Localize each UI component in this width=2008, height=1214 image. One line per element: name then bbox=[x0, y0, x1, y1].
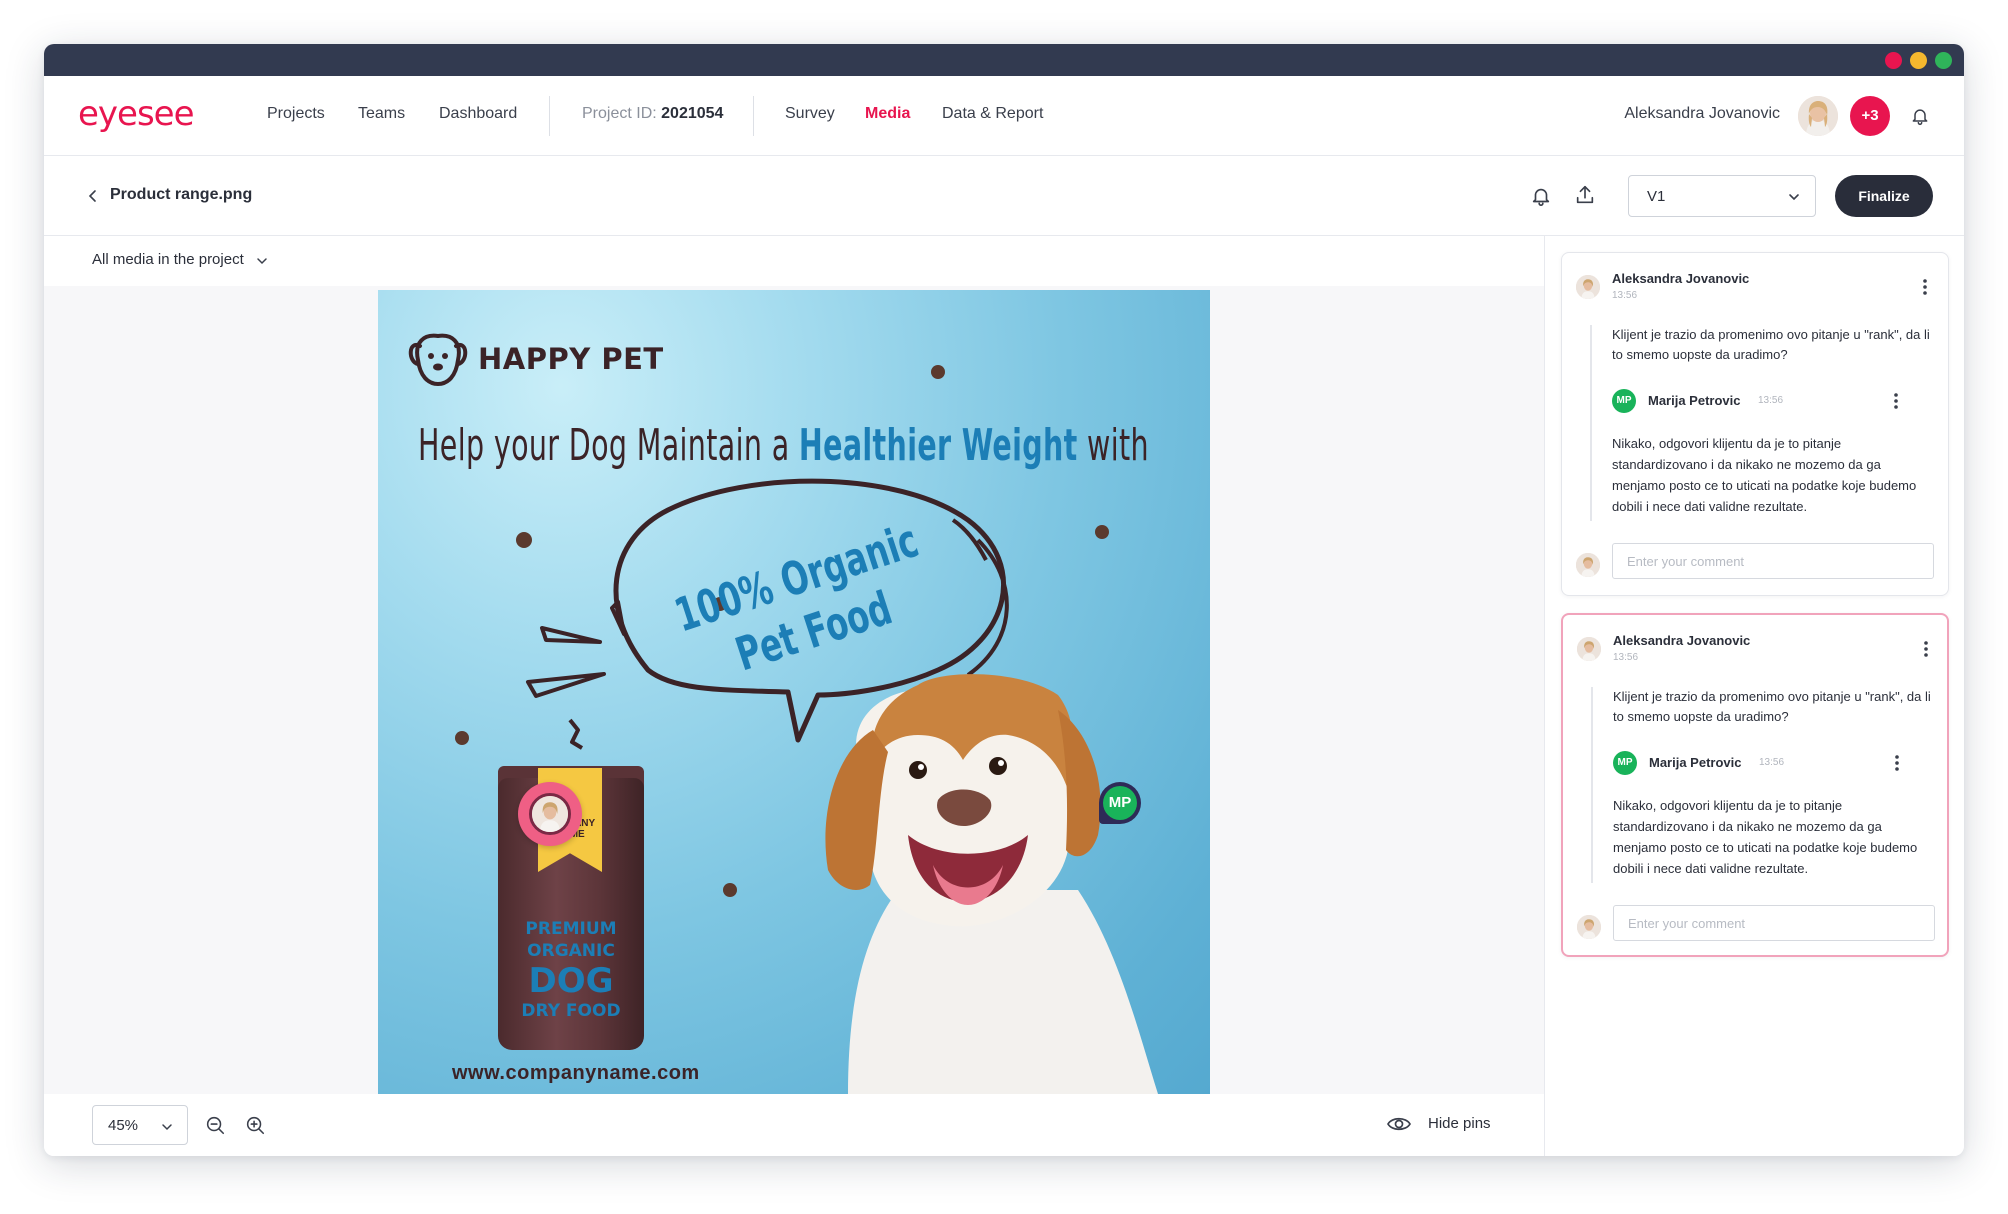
media-filter-bar: All media in the project bbox=[44, 236, 1544, 286]
reply-time: 13:56 bbox=[1759, 757, 1785, 768]
avatar bbox=[1576, 553, 1600, 577]
more-options-icon[interactable] bbox=[1924, 641, 1928, 657]
version-value: V1 bbox=[1647, 188, 1666, 205]
close-window-button[interactable] bbox=[1885, 52, 1902, 69]
title-bar bbox=[44, 44, 1964, 76]
maximize-window-button[interactable] bbox=[1935, 52, 1952, 69]
reply-avatar: MP bbox=[1613, 751, 1637, 775]
ad-headline: Help your Dog Maintain a Healthier Weigh… bbox=[418, 420, 1149, 471]
tab-survey[interactable]: Survey bbox=[785, 105, 835, 123]
reply-author: Marija Petrovic bbox=[1648, 393, 1741, 408]
nav-projects[interactable]: Projects bbox=[267, 105, 325, 123]
comment-input[interactable] bbox=[1612, 543, 1934, 579]
chevron-down-icon bbox=[256, 254, 268, 266]
user-name[interactable]: Aleksandra Jovanovic bbox=[1624, 105, 1780, 123]
thread-line bbox=[1591, 687, 1593, 883]
upload-icon[interactable] bbox=[1574, 184, 1596, 206]
nav-teams[interactable]: Teams bbox=[358, 105, 405, 123]
comment-time: 13:56 bbox=[1613, 652, 1639, 663]
bell-icon[interactable] bbox=[1530, 185, 1552, 207]
bell-icon[interactable] bbox=[1910, 106, 1930, 126]
media-filter-dropdown[interactable]: All media in the project bbox=[92, 251, 268, 268]
bag-line-3: DOG bbox=[528, 961, 614, 1001]
avatar bbox=[1577, 915, 1601, 939]
chevron-down-icon bbox=[1787, 190, 1801, 204]
ad-url: www.companyname.com bbox=[452, 1062, 700, 1084]
thread-line bbox=[1590, 325, 1592, 521]
more-users-badge[interactable]: +3 bbox=[1850, 96, 1890, 136]
bag-line-2: ORGANIC bbox=[527, 941, 615, 961]
top-navigation: eyesee Projects Teams Dashboard Project … bbox=[44, 76, 1964, 156]
comment-text: Klijent je trazio da promenimo ovo pitan… bbox=[1613, 689, 1931, 724]
ad-headline-part3: with bbox=[1077, 420, 1149, 471]
chevron-left-icon[interactable] bbox=[86, 188, 100, 204]
reply-time: 13:56 bbox=[1758, 395, 1784, 406]
comment-card-active[interactable]: Aleksandra Jovanovic 13:56 Klijent je tr… bbox=[1561, 613, 1949, 957]
file-title: Product range.png bbox=[110, 186, 253, 203]
comment-input[interactable] bbox=[1613, 905, 1935, 941]
user-avatar[interactable] bbox=[1798, 96, 1838, 136]
project-id-value: 2021054 bbox=[661, 105, 724, 122]
zoom-toolbar: 45% Hide pins bbox=[44, 1094, 1544, 1156]
zoom-select[interactable]: 45% bbox=[92, 1105, 188, 1145]
bag-line-4: DRY FOOD bbox=[521, 1001, 621, 1021]
version-select[interactable]: V1 bbox=[1628, 175, 1816, 217]
nav-divider bbox=[549, 96, 550, 136]
more-options-icon[interactable] bbox=[1923, 279, 1927, 295]
eyesee-logo[interactable]: eyesee bbox=[78, 94, 195, 134]
nav-divider bbox=[753, 96, 754, 136]
comment-pin-user[interactable] bbox=[518, 782, 582, 846]
reply-text: Nikako, odgovori klijentu da je to pitan… bbox=[1612, 436, 1917, 514]
nav-dashboard[interactable]: Dashboard bbox=[439, 105, 517, 123]
reply-text: Nikako, odgovori klijentu da je to pitan… bbox=[1613, 798, 1918, 876]
comment-time: 13:56 bbox=[1612, 290, 1638, 301]
hide-pins-button[interactable]: Hide pins bbox=[1428, 1115, 1491, 1132]
comment-author: Aleksandra Jovanovic bbox=[1612, 271, 1750, 286]
ad-headline-part1: Help your Dog Maintain a bbox=[418, 420, 799, 471]
zoom-value: 45% bbox=[108, 1117, 139, 1134]
comments-panel: Aleksandra Jovanovic 13:56 Klijent je tr… bbox=[1545, 236, 1964, 1156]
project-id-label: Project ID: bbox=[582, 105, 657, 122]
finalize-button[interactable]: Finalize bbox=[1835, 175, 1933, 217]
tab-data-report[interactable]: Data & Report bbox=[942, 105, 1043, 123]
bag-line-1: PREMIUM bbox=[525, 919, 617, 939]
media-image[interactable]: HAPPY PET Help your Dog Maintain a Healt… bbox=[378, 290, 1210, 1094]
tab-media[interactable]: Media bbox=[865, 105, 910, 123]
bag-product-text: PREMIUM ORGANIC DOG DRY FOOD bbox=[498, 918, 644, 1022]
chevron-down-icon bbox=[161, 1120, 173, 1132]
reply-author: Marija Petrovic bbox=[1649, 755, 1742, 770]
brand-name: HAPPY PET bbox=[478, 342, 664, 376]
comment-pin-mp[interactable]: MP bbox=[1099, 782, 1141, 824]
comment-author: Aleksandra Jovanovic bbox=[1613, 633, 1751, 648]
pin-initials: MP bbox=[1103, 786, 1137, 820]
more-options-icon[interactable] bbox=[1894, 393, 1898, 409]
avatar bbox=[529, 793, 571, 835]
zoom-out-icon[interactable] bbox=[204, 1114, 226, 1136]
app-window: eyesee Projects Teams Dashboard Project … bbox=[44, 44, 1964, 1156]
avatar bbox=[1577, 637, 1601, 661]
media-filter-label: All media in the project bbox=[92, 251, 244, 268]
file-toolbar: Product range.png V1 Finalize bbox=[44, 156, 1964, 236]
ad-headline-highlight: Healthier Weight bbox=[798, 420, 1078, 471]
eye-icon[interactable] bbox=[1386, 1113, 1412, 1135]
more-options-icon[interactable] bbox=[1895, 755, 1899, 771]
minimize-window-button[interactable] bbox=[1910, 52, 1927, 69]
comment-text: Klijent je trazio da promenimo ovo pitan… bbox=[1612, 327, 1930, 362]
reply-avatar: MP bbox=[1612, 389, 1636, 413]
project-id: Project ID: 2021054 bbox=[582, 105, 723, 123]
zoom-in-icon[interactable] bbox=[244, 1114, 266, 1136]
avatar bbox=[1576, 275, 1600, 299]
comment-card[interactable]: Aleksandra Jovanovic 13:56 Klijent je tr… bbox=[1561, 252, 1949, 596]
